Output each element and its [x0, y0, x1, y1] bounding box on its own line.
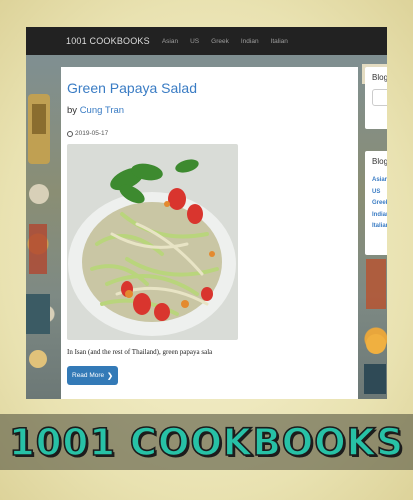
website-screenshot: 1001 COOKBOOKS Asian US Greek Indian Ita… [26, 27, 387, 399]
post-excerpt: In Isan (and the rest of Thailand), gree… [67, 348, 213, 356]
title-banner: 1001 COOKBOOKS [0, 414, 413, 470]
author-link[interactable]: Cung Tran [80, 105, 124, 116]
blog-post-card: Green Papaya Salad by Cung Tran 2019-05-… [61, 67, 358, 399]
papaya-salad-image [67, 144, 238, 340]
post-date-text: 2019-05-17 [75, 130, 109, 137]
sidebar-category-us[interactable]: US [372, 187, 387, 199]
post-byline: by Cung Tran [67, 105, 352, 116]
nav-link-indian[interactable]: Indian [241, 38, 259, 45]
post-date: 2019-05-17 [67, 130, 352, 137]
nav-link-greek[interactable]: Greek [211, 38, 229, 45]
read-more-button[interactable]: Read More ❯ [67, 366, 119, 385]
chevron-right-icon: ❯ [107, 372, 114, 380]
sidebar-search-input[interactable] [372, 89, 387, 106]
nav-link-asian[interactable]: Asian [162, 38, 178, 45]
post-title[interactable]: Green Papaya Salad [67, 80, 352, 96]
nav-link-italian[interactable]: Italian [271, 38, 288, 45]
papaya-salad-photo[interactable] [67, 144, 238, 340]
sidebar-category-asian[interactable]: Asian [372, 175, 387, 187]
banner-title: 1001 COOKBOOKS [8, 420, 405, 465]
sidebar-category-list: Asian US Greek Indian Italian [372, 175, 387, 233]
sidebar-search-title: Blog [372, 73, 387, 82]
read-more-label: Read More [72, 372, 105, 379]
sidebar-categories-title: Blog [372, 157, 387, 166]
sidebar-search-widget: Blog [365, 67, 387, 129]
sidebar-category-indian[interactable]: Indian [372, 210, 387, 222]
clock-icon [67, 130, 73, 137]
sidebar-categories-widget: Blog Asian US Greek Indian Italian [365, 151, 387, 255]
navbar-brand[interactable]: 1001 COOKBOOKS [66, 36, 150, 46]
sidebar-category-greek[interactable]: Greek [372, 198, 387, 210]
sidebar-category-italian[interactable]: Italian [372, 221, 387, 233]
top-navbar: 1001 COOKBOOKS Asian US Greek Indian Ita… [26, 27, 387, 55]
nav-link-us[interactable]: US [190, 38, 199, 45]
by-label: by [67, 105, 78, 116]
